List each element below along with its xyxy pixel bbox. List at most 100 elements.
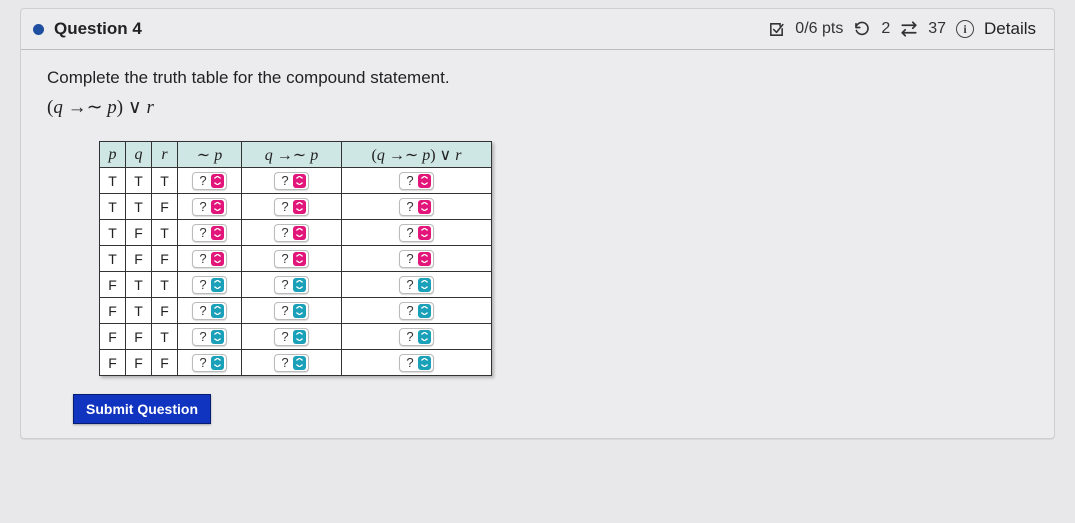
dropdown-caret-icon (293, 278, 306, 292)
cell-r: F (152, 246, 178, 272)
table-row: FTT??? (100, 272, 492, 298)
select-placeholder: ? (199, 277, 206, 293)
select-dropdown[interactable]: ? (192, 224, 226, 242)
select-placeholder: ? (199, 329, 206, 345)
dropdown-caret-icon (211, 278, 224, 292)
dropdown-caret-icon (211, 174, 224, 188)
dropdown-caret-icon (418, 304, 431, 318)
truth-table: p q r ∼ p q →∼ p (q →∼ p) ∨ r TTT???TTF?… (99, 141, 492, 376)
dropdown-caret-icon (211, 252, 224, 266)
select-dropdown[interactable]: ? (274, 276, 308, 294)
cell-full: ? (342, 298, 492, 324)
details-link[interactable]: Details (984, 19, 1036, 39)
cell-impl: ? (242, 298, 342, 324)
select-placeholder: ? (281, 251, 288, 267)
dropdown-caret-icon (418, 330, 431, 344)
table-row: TFF??? (100, 246, 492, 272)
cell-impl: ? (242, 324, 342, 350)
col-header-impl: q →∼ p (242, 142, 342, 168)
cell-notp: ? (178, 220, 242, 246)
cell-impl: ? (242, 272, 342, 298)
select-placeholder: ? (281, 173, 288, 189)
dropdown-caret-icon (418, 278, 431, 292)
tries-count: 37 (928, 20, 946, 38)
cell-q: T (126, 194, 152, 220)
question-title: Question 4 (54, 19, 142, 39)
cell-notp: ? (178, 350, 242, 376)
cell-full: ? (342, 350, 492, 376)
select-dropdown[interactable]: ? (274, 198, 308, 216)
cell-notp: ? (178, 194, 242, 220)
table-row: FFT??? (100, 324, 492, 350)
dropdown-caret-icon (293, 330, 306, 344)
cell-p: F (100, 350, 126, 376)
select-dropdown[interactable]: ? (399, 198, 433, 216)
cell-impl: ? (242, 168, 342, 194)
dropdown-caret-icon (293, 226, 306, 240)
select-dropdown[interactable]: ? (399, 276, 433, 294)
dropdown-caret-icon (293, 174, 306, 188)
select-dropdown[interactable]: ? (192, 172, 226, 190)
question-body: Complete the truth table for the compoun… (21, 50, 1054, 438)
select-placeholder: ? (199, 355, 206, 371)
select-dropdown[interactable]: ? (399, 172, 433, 190)
col-header-full: (q →∼ p) ∨ r (342, 142, 492, 168)
select-dropdown[interactable]: ? (274, 224, 308, 242)
select-placeholder: ? (281, 355, 288, 371)
select-placeholder: ? (281, 303, 288, 319)
select-dropdown[interactable]: ? (274, 250, 308, 268)
select-placeholder: ? (406, 199, 413, 215)
compound-statement-formula: (q →∼ p) ∨ r (47, 96, 1054, 119)
score-text: 0/6 pts (795, 20, 843, 38)
cell-impl: ? (242, 246, 342, 272)
select-placeholder: ? (199, 251, 206, 267)
cell-p: F (100, 272, 126, 298)
select-placeholder: ? (406, 251, 413, 267)
dropdown-caret-icon (211, 330, 224, 344)
select-dropdown[interactable]: ? (192, 250, 226, 268)
cell-r: F (152, 350, 178, 376)
select-dropdown[interactable]: ? (192, 328, 226, 346)
select-dropdown[interactable]: ? (274, 354, 308, 372)
table-row: FTF??? (100, 298, 492, 324)
swap-icon (900, 20, 918, 38)
cell-q: T (126, 272, 152, 298)
select-placeholder: ? (281, 225, 288, 241)
question-header-right: 0/6 pts 2 37 i Details (768, 19, 1036, 39)
select-dropdown[interactable]: ? (192, 302, 226, 320)
cell-full: ? (342, 168, 492, 194)
select-dropdown[interactable]: ? (399, 328, 433, 346)
dropdown-caret-icon (418, 200, 431, 214)
dropdown-caret-icon (293, 200, 306, 214)
status-dot-icon (33, 24, 44, 35)
select-dropdown[interactable]: ? (399, 250, 433, 268)
select-placeholder: ? (406, 303, 413, 319)
cell-p: F (100, 298, 126, 324)
select-dropdown[interactable]: ? (274, 172, 308, 190)
submit-question-button[interactable]: Submit Question (73, 394, 211, 424)
table-row: TFT??? (100, 220, 492, 246)
col-header-notp: ∼ p (178, 142, 242, 168)
cell-q: F (126, 350, 152, 376)
dropdown-caret-icon (293, 304, 306, 318)
info-icon: i (956, 20, 974, 38)
select-dropdown[interactable]: ? (192, 276, 226, 294)
select-dropdown[interactable]: ? (399, 224, 433, 242)
select-dropdown[interactable]: ? (192, 354, 226, 372)
select-dropdown[interactable]: ? (192, 198, 226, 216)
table-header-row: p q r ∼ p q →∼ p (q →∼ p) ∨ r (100, 142, 492, 168)
instruction-text: Complete the truth table for the compoun… (47, 68, 1054, 88)
select-dropdown[interactable]: ? (274, 328, 308, 346)
retry-icon (853, 20, 871, 38)
attempts-remaining: 2 (881, 20, 890, 38)
select-dropdown[interactable]: ? (399, 354, 433, 372)
select-placeholder: ? (406, 329, 413, 345)
cell-notp: ? (178, 246, 242, 272)
select-dropdown[interactable]: ? (399, 302, 433, 320)
select-placeholder: ? (199, 173, 206, 189)
cell-notp: ? (178, 272, 242, 298)
select-placeholder: ? (199, 199, 206, 215)
select-placeholder: ? (406, 355, 413, 371)
cell-p: T (100, 246, 126, 272)
select-dropdown[interactable]: ? (274, 302, 308, 320)
